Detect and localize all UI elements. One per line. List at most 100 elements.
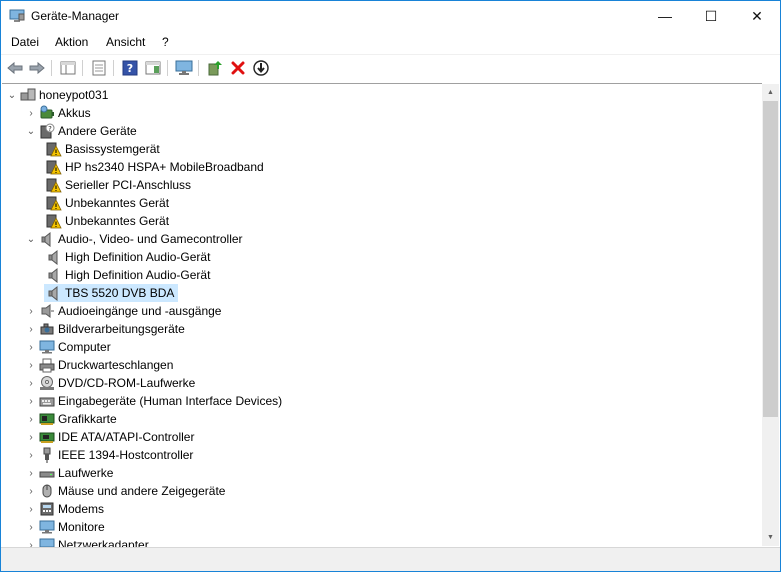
disc-drive-icon xyxy=(39,375,55,391)
chevron-right-icon[interactable]: › xyxy=(25,482,37,500)
warning-device-icon xyxy=(46,159,62,175)
chevron-down-icon[interactable]: ⌄ xyxy=(25,230,37,248)
chevron-right-icon[interactable]: › xyxy=(25,500,37,518)
category-node[interactable]: › IEEE 1394-Hostcontroller xyxy=(25,446,197,464)
category-node[interactable]: › Druckwarteschlangen xyxy=(25,356,177,374)
show-hide-console-tree-icon[interactable] xyxy=(58,59,78,77)
device-node[interactable]: Unbekanntes Gerät xyxy=(44,194,173,212)
category-node[interactable]: › Mäuse und andere Zeigegeräte xyxy=(25,482,229,500)
device-node[interactable]: TBS 5520 DVB BDA xyxy=(44,284,179,302)
category-node[interactable]: › Monitore xyxy=(25,518,109,536)
title-bar: Geräte-Manager — ☐ ✕ xyxy=(1,1,780,31)
node-label: HP hs2340 HSPA+ MobileBroadband xyxy=(65,160,264,174)
chevron-right-icon[interactable]: › xyxy=(25,374,37,392)
chevron-down-icon[interactable]: ⌄ xyxy=(25,122,37,140)
back-arrow-icon[interactable] xyxy=(5,59,25,77)
category-node[interactable]: › Laufwerke xyxy=(25,464,117,482)
display-adapter-icon xyxy=(39,411,55,427)
update-driver-icon[interactable] xyxy=(205,59,225,77)
device-node[interactable]: Unbekanntes Gerät xyxy=(44,212,173,230)
speaker-icon xyxy=(39,231,55,247)
menu-aktion[interactable]: Aktion xyxy=(55,35,88,49)
node-label: TBS 5520 DVB BDA xyxy=(65,286,175,300)
node-label: High Definition Audio-Gerät xyxy=(65,250,211,264)
node-label: Audioeingänge und -ausgänge xyxy=(58,304,222,318)
scroll-down-arrow[interactable]: ▼ xyxy=(762,529,779,546)
firewire-icon xyxy=(39,447,55,463)
category-node[interactable]: › Netzwerkadapter xyxy=(25,536,153,547)
device-node[interactable]: Basissystemgerät xyxy=(44,140,164,158)
category-node[interactable]: › Akkus xyxy=(25,104,95,122)
chevron-right-icon[interactable]: › xyxy=(25,428,37,446)
toolbar-separator xyxy=(198,60,199,76)
network-adapter-icon xyxy=(39,537,55,547)
node-label: Grafikkarte xyxy=(58,412,117,426)
hid-icon xyxy=(39,393,55,409)
menu-help[interactable]: ? xyxy=(162,35,169,49)
chevron-right-icon[interactable]: › xyxy=(25,392,37,410)
svg-text:?: ? xyxy=(127,62,133,75)
menu-datei[interactable]: Datei xyxy=(11,35,39,49)
ide-controller-icon xyxy=(39,429,55,445)
node-label: Laufwerke xyxy=(58,466,114,480)
node-label: Monitore xyxy=(58,520,105,534)
category-node[interactable]: › Audioeingänge und -ausgänge xyxy=(25,302,225,320)
category-node[interactable]: › Grafikkarte xyxy=(25,410,121,428)
node-label: Andere Geräte xyxy=(58,124,137,138)
chevron-right-icon[interactable]: › xyxy=(25,356,37,374)
toolbar-separator xyxy=(51,60,52,76)
properties-icon[interactable] xyxy=(89,59,109,77)
node-label: IDE ATA/ATAPI-Controller xyxy=(58,430,195,444)
close-button[interactable]: ✕ xyxy=(734,1,780,31)
chevron-right-icon[interactable]: › xyxy=(25,446,37,464)
device-node[interactable]: Serieller PCI-Anschluss xyxy=(44,176,195,194)
modem-icon xyxy=(39,501,55,517)
menu-ansicht[interactable]: Ansicht xyxy=(106,35,145,49)
category-node[interactable]: › DVD/CD-ROM-Laufwerke xyxy=(25,374,199,392)
uninstall-device-icon[interactable] xyxy=(228,59,248,77)
device-node[interactable]: HP hs2340 HSPA+ MobileBroadband xyxy=(44,158,268,176)
chevron-right-icon[interactable]: › xyxy=(25,536,37,548)
audio-io-icon xyxy=(39,303,55,319)
battery-icon xyxy=(39,105,55,121)
chevron-right-icon[interactable]: › xyxy=(25,410,37,428)
chevron-right-icon[interactable]: › xyxy=(25,320,37,338)
node-label: Akkus xyxy=(58,106,91,120)
action-pane-icon[interactable] xyxy=(143,59,163,77)
help-icon[interactable]: ? xyxy=(120,59,140,77)
vertical-scrollbar[interactable]: ▲ ▼ xyxy=(762,84,779,546)
warning-device-icon xyxy=(46,195,62,211)
node-label: Unbekanntes Gerät xyxy=(65,196,170,210)
node-label: Unbekanntes Gerät xyxy=(65,214,170,228)
device-node[interactable]: High Definition Audio-Gerät xyxy=(44,248,214,266)
tree-root[interactable]: ⌄ honeypot031 xyxy=(6,86,112,104)
category-node[interactable]: › Computer xyxy=(25,338,115,356)
category-node[interactable]: ⌄? Andere Geräte xyxy=(25,122,141,140)
scroll-up-arrow[interactable]: ▲ xyxy=(762,84,779,101)
chevron-right-icon[interactable]: › xyxy=(25,302,37,320)
maximize-icon: ☐ xyxy=(704,7,718,24)
camera-icon xyxy=(39,321,55,337)
download-icon[interactable] xyxy=(251,59,271,77)
node-label: Computer xyxy=(58,340,111,354)
svg-text:?: ? xyxy=(48,125,52,133)
speaker-icon xyxy=(46,249,62,265)
device-node[interactable]: High Definition Audio-Gerät xyxy=(44,266,214,284)
maximize-button[interactable]: ☐ xyxy=(688,1,734,31)
minimize-button[interactable]: — xyxy=(642,1,688,31)
category-node[interactable]: ⌄ Audio-, Video- und Gamecontroller xyxy=(25,230,247,248)
chevron-right-icon[interactable]: › xyxy=(25,464,37,482)
category-node[interactable]: › Eingabegeräte (Human Interface Devices) xyxy=(25,392,286,410)
scroll-thumb[interactable] xyxy=(763,101,778,417)
chevron-right-icon[interactable]: › xyxy=(25,104,37,122)
category-node[interactable]: › Bildverarbeitungsgeräte xyxy=(25,320,189,338)
chevron-right-icon[interactable]: › xyxy=(25,338,37,356)
forward-arrow-icon[interactable] xyxy=(27,59,47,77)
computer-monitor-icon[interactable] xyxy=(174,59,194,77)
chevron-right-icon[interactable]: › xyxy=(25,518,37,536)
chevron-down-icon[interactable]: ⌄ xyxy=(6,86,18,104)
unknown-device-icon: ? xyxy=(39,123,55,139)
toolbar-separator xyxy=(82,60,83,76)
category-node[interactable]: › IDE ATA/ATAPI-Controller xyxy=(25,428,198,446)
category-node[interactable]: › Modems xyxy=(25,500,108,518)
